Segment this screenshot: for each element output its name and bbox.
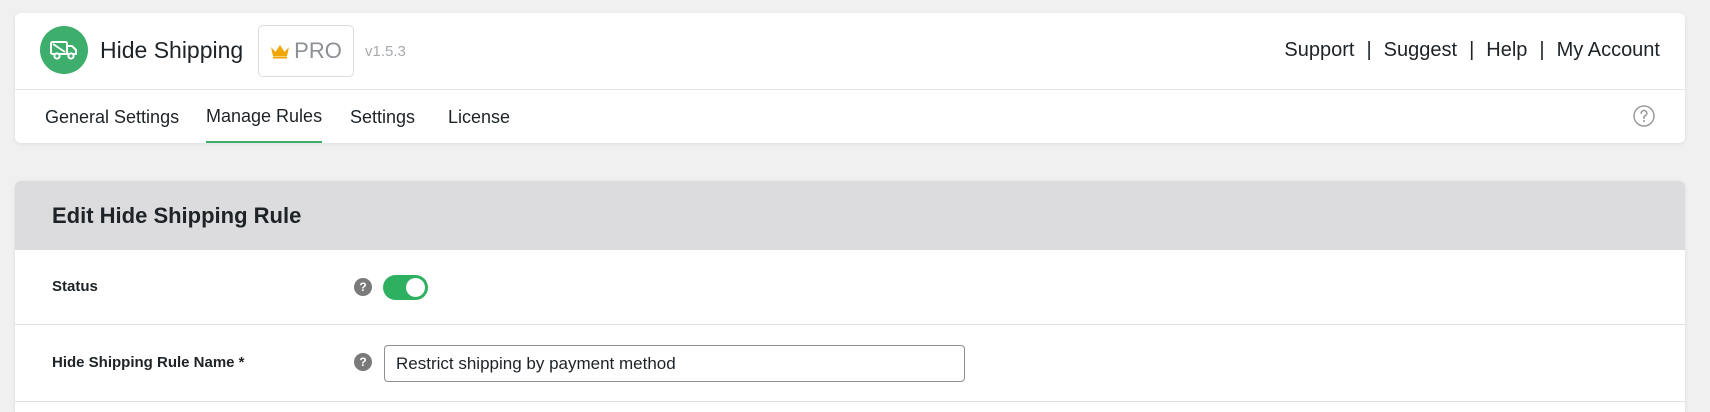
tab-settings[interactable]: Settings [350,91,415,143]
settings-tabs: General Settings Manage Rules Settings L… [15,91,1685,143]
rule-name-label: Hide Shipping Rule Name * [52,354,245,371]
truck-icon [40,26,88,74]
crown-icon [271,45,290,59]
status-row: Status ? [15,250,1685,325]
panel-title: Edit Hide Shipping Rule [52,202,302,228]
pro-label: PRO [294,38,342,63]
link-separator: | [1469,39,1475,61]
status-label: Status [52,278,98,295]
edit-rule-panel: Edit Hide Shipping Rule Status ? Hide Sh… [15,181,1685,412]
link-separator: | [1539,39,1545,61]
tab-manage-rules[interactable]: Manage Rules [206,91,323,143]
help-link[interactable]: Help [1486,39,1527,62]
panel-header: Edit Hide Shipping Rule [15,181,1685,250]
rule-name-input[interactable] [384,345,965,382]
question-icon[interactable]: ? [354,278,372,296]
plugin-header: Hide Shipping PRO v1.5.3 Support | Sugge… [15,13,1685,143]
version-label: v1.5.3 [365,43,406,60]
status-toggle[interactable] [383,275,428,300]
help-circle-icon[interactable] [1633,105,1655,127]
plugin-title: Hide Shipping [100,37,244,63]
rule-name-row: Hide Shipping Rule Name * ? [15,325,1685,402]
suggest-link[interactable]: Suggest [1384,39,1457,62]
link-separator: | [1366,39,1372,61]
my-account-link[interactable]: My Account [1557,39,1660,62]
toggle-knob [406,278,425,297]
tab-license[interactable]: License [448,91,510,143]
brand-bar: Hide Shipping PRO v1.5.3 Support | Sugge… [15,13,1685,90]
support-link[interactable]: Support [1284,39,1354,62]
pro-badge[interactable]: PRO [258,25,354,77]
tab-general-settings[interactable]: General Settings [45,91,179,143]
top-links: Support | Suggest | Help | My Account [1284,39,1660,62]
question-icon[interactable]: ? [354,353,372,371]
